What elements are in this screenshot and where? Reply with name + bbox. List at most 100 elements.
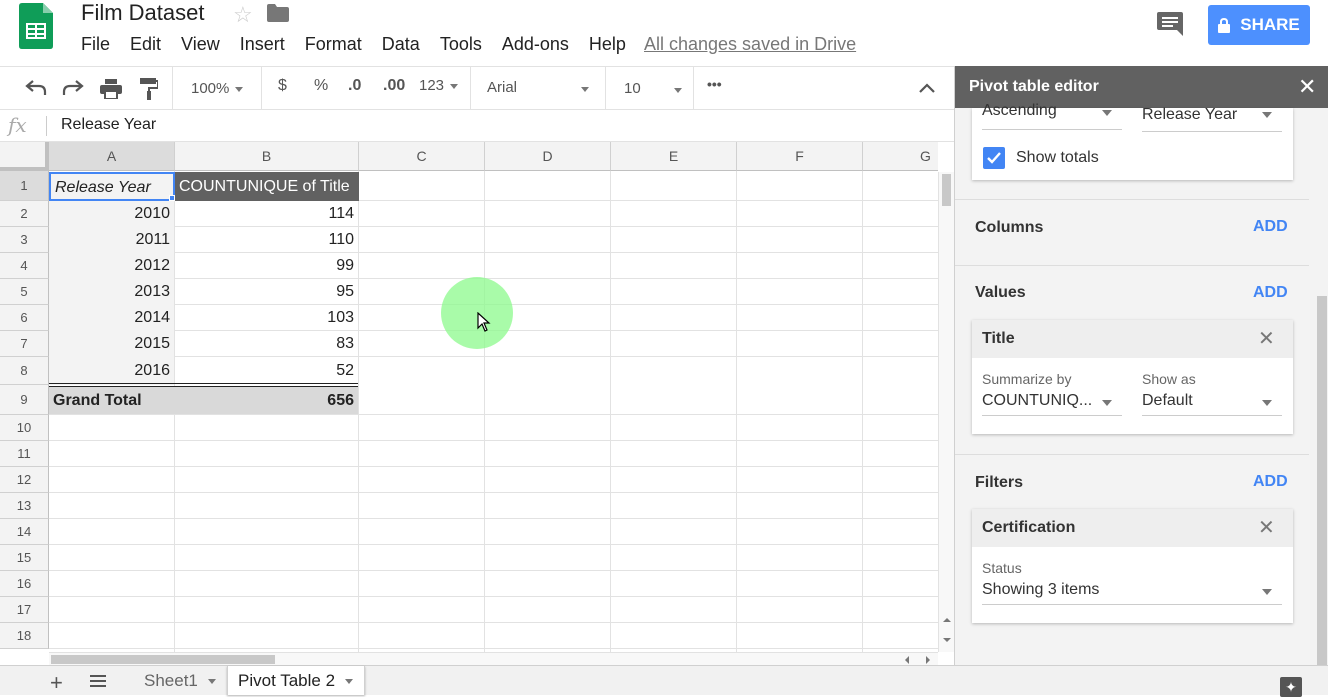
add-sheet-button[interactable]: + <box>50 670 63 696</box>
show-as-select[interactable]: Default <box>1142 390 1282 416</box>
close-icon[interactable]: ✕ <box>1258 515 1275 540</box>
filter-status-select[interactable]: Showing 3 items <box>982 579 1282 605</box>
currency-format-button[interactable]: $ <box>278 77 287 95</box>
row-header[interactable]: 12 <box>0 467 49 493</box>
cell-year[interactable]: 2012 <box>49 253 174 279</box>
more-formats-select[interactable]: 123 <box>419 77 459 94</box>
row-header[interactable]: 1 <box>0 171 49 201</box>
horizontal-scroll-thumb[interactable] <box>51 655 275 664</box>
menu-addons[interactable]: Add-ons <box>502 34 569 56</box>
row-header[interactable]: 16 <box>0 571 49 597</box>
menu-file[interactable]: File <box>81 34 110 56</box>
menu-help[interactable]: Help <box>589 34 626 56</box>
show-totals-checkbox[interactable] <box>983 147 1005 169</box>
comments-icon[interactable] <box>1157 12 1183 36</box>
tab-pivot-table-2[interactable]: Pivot Table 2 <box>227 666 365 695</box>
row-header[interactable]: 6 <box>0 305 49 331</box>
vertical-scroll-thumb[interactable] <box>942 174 951 206</box>
scroll-right-icon[interactable] <box>924 655 932 665</box>
formula-input[interactable]: Release Year <box>61 116 156 134</box>
row-header[interactable]: 11 <box>0 441 49 467</box>
more-tools-button[interactable]: ••• <box>707 76 722 92</box>
select-all-corner[interactable] <box>0 142 49 171</box>
cell-year[interactable]: 2015 <box>49 331 174 357</box>
font-size-select[interactable]: 10 <box>624 80 684 97</box>
menu-edit[interactable]: Edit <box>130 34 161 56</box>
cell-count[interactable]: 95 <box>175 279 358 305</box>
column-header-a[interactable]: A <box>49 142 175 171</box>
row-header[interactable]: 10 <box>0 415 49 441</box>
save-status-link[interactable]: All changes saved in Drive <box>644 34 856 55</box>
menu-tools[interactable]: Tools <box>440 34 482 56</box>
add-value-button[interactable]: ADD <box>1253 284 1288 302</box>
sheets-logo-icon[interactable] <box>19 3 53 49</box>
grand-total-label[interactable]: Grand Total <box>49 387 174 414</box>
column-header-c[interactable]: C <box>359 142 485 171</box>
menu-view[interactable]: View <box>181 34 220 56</box>
row-header[interactable]: 17 <box>0 597 49 623</box>
cell-a1-selected[interactable]: Release Year <box>49 172 175 201</box>
share-button[interactable]: SHARE <box>1208 5 1310 45</box>
cell-year[interactable]: 2016 <box>49 357 174 385</box>
order-select[interactable]: Ascending <box>982 102 1122 130</box>
folder-icon[interactable] <box>267 4 289 22</box>
decrease-decimals-button[interactable]: .0 <box>348 77 361 95</box>
cell-count[interactable]: 103 <box>175 305 358 331</box>
percent-format-button[interactable]: % <box>314 77 328 95</box>
column-header-g[interactable]: G <box>863 142 938 171</box>
column-header-b[interactable]: B <box>175 142 359 171</box>
add-filter-button[interactable]: ADD <box>1253 473 1288 491</box>
row-header[interactable]: 14 <box>0 519 49 545</box>
close-icon[interactable]: ✕ <box>1258 326 1275 351</box>
cell-count[interactable]: 110 <box>175 227 358 253</box>
cell-b1[interactable]: COUNTUNIQUE of Title <box>175 172 359 201</box>
menu-insert[interactable]: Insert <box>240 34 285 56</box>
increase-decimals-button[interactable]: .00 <box>383 77 405 95</box>
font-family-select[interactable]: Arial <box>487 79 589 96</box>
vertical-scrollbar[interactable] <box>938 172 954 652</box>
scroll-up-icon[interactable] <box>942 616 952 624</box>
document-title[interactable]: Film Dataset <box>81 0 204 26</box>
cell-year[interactable]: 2011 <box>49 227 174 253</box>
menu-format[interactable]: Format <box>305 34 362 56</box>
chevron-up-icon[interactable] <box>919 82 935 94</box>
paint-format-icon[interactable] <box>140 78 158 100</box>
cell-count[interactable]: 99 <box>175 253 358 279</box>
star-icon[interactable]: ☆ <box>233 2 253 28</box>
menu-data[interactable]: Data <box>382 34 420 56</box>
row-header[interactable]: 13 <box>0 493 49 519</box>
row-header[interactable]: 4 <box>0 253 49 279</box>
cell-count[interactable]: 52 <box>175 357 358 385</box>
all-sheets-list-icon[interactable] <box>90 674 106 688</box>
row-header[interactable]: 2 <box>0 201 49 227</box>
redo-icon[interactable] <box>62 80 84 96</box>
sort-by-select[interactable]: Release Year <box>1142 106 1282 132</box>
cell-count[interactable]: 83 <box>175 331 358 357</box>
column-header-f[interactable]: F <box>737 142 863 171</box>
row-header[interactable]: 9 <box>0 385 49 415</box>
panel-scrollbar[interactable] <box>1317 296 1327 665</box>
row-header[interactable]: 5 <box>0 279 49 305</box>
column-header-d[interactable]: D <box>485 142 611 171</box>
scroll-down-icon[interactable] <box>942 636 952 644</box>
close-icon[interactable]: ✕ <box>1298 74 1316 100</box>
cell-year[interactable]: 2014 <box>49 305 174 331</box>
column-header-e[interactable]: E <box>611 142 737 171</box>
row-header[interactable]: 7 <box>0 331 49 357</box>
zoom-select[interactable]: 100% <box>191 80 244 97</box>
horizontal-scrollbar[interactable] <box>49 652 938 665</box>
add-column-button[interactable]: ADD <box>1253 218 1288 236</box>
print-icon[interactable] <box>100 79 122 99</box>
tab-sheet1[interactable]: Sheet1 <box>134 666 226 695</box>
chevron-down-icon[interactable] <box>345 679 354 685</box>
cell-count[interactable]: 114 <box>175 201 358 227</box>
cell-year[interactable]: 2013 <box>49 279 174 305</box>
scroll-left-icon[interactable] <box>903 655 911 665</box>
row-header[interactable]: 18 <box>0 623 49 649</box>
cell-year[interactable]: 2010 <box>49 201 174 227</box>
chevron-down-icon[interactable] <box>207 679 216 685</box>
row-header[interactable]: 8 <box>0 357 49 385</box>
spreadsheet-grid[interactable]: A B C D E F G 1 2 3 4 5 6 7 8 9 10 11 12… <box>0 142 938 652</box>
summarize-by-select[interactable]: COUNTUNIQ... <box>982 390 1122 416</box>
explore-icon[interactable]: ✦ <box>1280 677 1302 697</box>
